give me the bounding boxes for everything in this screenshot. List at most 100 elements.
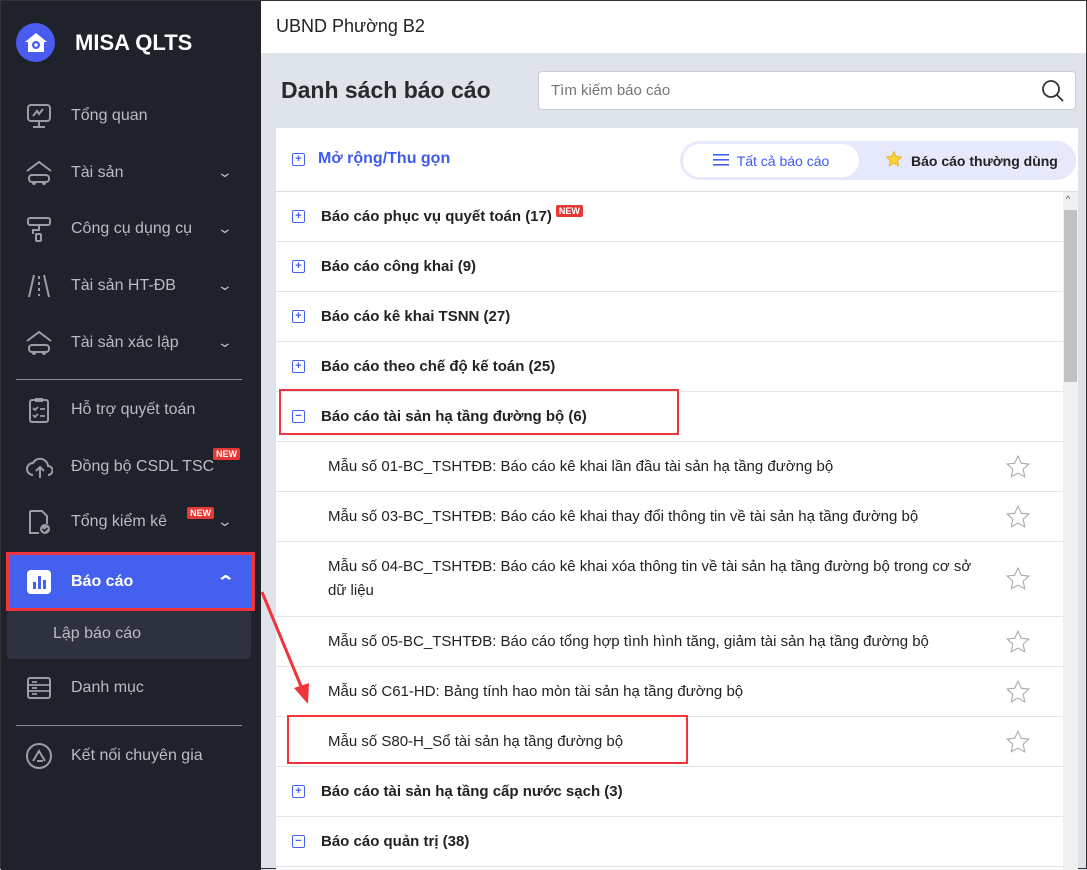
plus-square-icon[interactable]: + (292, 785, 305, 798)
page-title: Danh sách báo cáo (281, 77, 491, 103)
sidebar-item-label: Tổng quan (71, 106, 148, 124)
report-group-row[interactable]: + Báo cáo theo chế độ kế toán (25) (276, 342, 1063, 392)
monitor-chart-icon (27, 103, 51, 128)
search-icon[interactable] (1041, 79, 1065, 107)
report-group-label: Báo cáo phục vụ quyết toán (17) (321, 208, 552, 225)
sidebar-item-danh-muc[interactable]: Danh mục (1, 661, 261, 714)
clipboard-check-icon (29, 397, 49, 423)
report-item-row[interactable]: Mẫu số 05-BC_TSHTĐB: Báo cáo tổng hợp tì… (276, 617, 1063, 667)
org-header: UBND Phường B2 (261, 1, 1086, 53)
tab-all-label: Tất cả báo cáo (736, 152, 830, 169)
sidebar-item-label: Công cụ dụng cụ (71, 219, 192, 237)
sidebar-item-label: Kết nối chuyên gia (71, 746, 203, 764)
report-item-label[interactable]: Mẫu số 05-BC_TSHTĐB: Báo cáo tổng hợp tì… (328, 630, 929, 654)
chevron-down-icon[interactable]: ⌄ (217, 277, 233, 294)
sidebar-item-tong-kiem-ke[interactable]: Tổng kiểm kê NEW ⌄ (1, 495, 261, 548)
expand-collapse-button[interactable]: + Mở rộng/Thu gọn (292, 150, 450, 168)
report-group-row[interactable]: + Báo cáo công khai (9) (276, 242, 1063, 292)
chevron-down-icon[interactable]: ⌄ (217, 164, 233, 181)
report-item-row[interactable]: Mẫu số 03-BC_TSHTĐB: Báo cáo kê khai tha… (276, 492, 1063, 542)
sidebar-item-label: Danh mục (71, 678, 144, 696)
report-item-row[interactable]: Mẫu số S80-H_Sổ tài sản hạ tầng đường bộ (276, 717, 1063, 767)
view-toggle: Tất cả báo cáo Báo cáo thường dùng (680, 141, 1076, 180)
report-list: + Báo cáo phục vụ quyết toán (17) NEW + … (276, 192, 1063, 867)
report-group-label: Báo cáo kê khai TSNN (27) (321, 308, 511, 325)
report-item-label[interactable]: Mẫu số S80-H_Sổ tài sản hạ tầng đường bộ (328, 730, 623, 754)
new-badge: NEW (555, 204, 583, 217)
app-logo-icon (16, 23, 55, 62)
chevron-up-icon[interactable]: ⌃ (216, 572, 235, 592)
report-group-label: Báo cáo quản trị (38) (321, 833, 470, 850)
sidebar-item-ket-noi-chuyen-gia[interactable]: Kết nối chuyên gia (1, 729, 261, 782)
sidebar: MISA QLTS Tổng quan Tài sản ⌄ Công cụ dụn… (1, 1, 261, 870)
report-group-row[interactable]: + Báo cáo tài sản hạ tầng cấp nước sạch … (276, 767, 1063, 817)
document-check-icon (29, 509, 50, 534)
sidebar-item-cong-cu-dung-cu[interactable]: Công cụ dụng cụ ⌄ (1, 202, 261, 255)
report-item-row[interactable]: Mẫu số C61-HD: Bảng tính hao mòn tài sản… (276, 667, 1063, 717)
sidebar-item-tai-san-xac-lap[interactable]: Tài sản xác lập ⌄ (1, 316, 261, 369)
star-outline-icon[interactable] (1005, 566, 1031, 600)
star-outline-icon[interactable] (1005, 679, 1031, 713)
plus-square-icon[interactable]: + (292, 360, 305, 373)
search-input[interactable] (551, 82, 1031, 99)
report-group-label: Báo cáo công khai (9) (321, 258, 477, 275)
report-item-row[interactable]: Mẫu số 04-BC_TSHTĐB: Báo cáo kê khai xóa… (276, 542, 1063, 617)
minus-square-icon[interactable]: − (292, 410, 305, 423)
scroll-up-icon[interactable]: ^ (1066, 194, 1070, 204)
sidebar-item-label: Tài sản xác lập (71, 333, 179, 351)
minus-square-icon[interactable]: − (292, 835, 305, 848)
report-group-label: Báo cáo tài sản hạ tầng đường bộ (6) (321, 408, 587, 425)
sidebar-item-ho-tro-quyet-toan[interactable]: Hỗ trợ quyết toán (1, 383, 261, 436)
scrollbar[interactable]: ^ (1063, 192, 1078, 870)
sidebar-divider (16, 725, 242, 726)
report-item-label[interactable]: Mẫu số 01-BC_TSHTĐB: Báo cáo kê khai lần… (328, 455, 833, 479)
sidebar-item-label: Tài sản (71, 163, 124, 181)
plus-square-icon[interactable]: + (292, 310, 305, 323)
scrollbar-thumb[interactable] (1064, 210, 1077, 382)
sidebar-item-tai-san[interactable]: Tài sản ⌄ (1, 146, 261, 199)
sidebar-item-label: Tổng kiểm kê (71, 512, 168, 530)
expand-collapse-label: Mở rộng/Thu gọn (318, 150, 451, 167)
star-outline-icon[interactable] (1005, 504, 1031, 538)
annotation-arrow-icon (260, 591, 309, 704)
report-group-row[interactable]: + Báo cáo kê khai TSNN (27) (276, 292, 1063, 342)
chevron-down-icon[interactable]: ⌄ (217, 220, 233, 237)
road-icon (28, 274, 50, 297)
app-name: MISA QLTS (75, 30, 193, 55)
report-group-row[interactable]: + Báo cáo phục vụ quyết toán (17) NEW (276, 192, 1063, 242)
new-badge: NEW (213, 448, 240, 460)
report-group-row[interactable]: − Báo cáo tài sản hạ tầng đường bộ (6) (276, 392, 1063, 442)
report-item-label[interactable]: Mẫu số 03-BC_TSHTĐB: Báo cáo kê khai tha… (328, 505, 918, 529)
sidebar-item-tong-quan[interactable]: Tổng quan (1, 89, 261, 142)
cloud-upload-icon (26, 457, 53, 478)
sidebar-item-label: Đồng bộ CSDL TSC (71, 457, 215, 475)
plus-square-icon[interactable]: + (292, 260, 305, 273)
report-group-label: Báo cáo tài sản hạ tầng cấp nước sạch (3… (321, 783, 623, 800)
star-outline-icon[interactable] (1005, 629, 1031, 663)
report-item-label[interactable]: Mẫu số 04-BC_TSHTĐB: Báo cáo kê khai xóa… (328, 555, 973, 603)
house-car-icon (26, 160, 52, 185)
tab-favorite-label: Báo cáo thường dùng (911, 152, 1058, 169)
chevron-down-icon[interactable]: ⌄ (217, 334, 233, 351)
sidebar-item-bao-cao[interactable]: Báo cáo ⌃ (6, 552, 255, 611)
bar-chart-icon (27, 569, 51, 594)
new-badge: NEW (187, 507, 214, 519)
sidebar-item-label: Báo cáo (71, 572, 134, 590)
star-filled-icon (885, 150, 903, 171)
star-outline-icon[interactable] (1005, 729, 1031, 763)
chevron-down-icon[interactable]: ⌄ (217, 513, 233, 530)
sidebar-subitem-lap-bao-cao[interactable]: Lập báo cáo (7, 611, 251, 659)
star-outline-icon[interactable] (1005, 454, 1031, 488)
search-box (538, 71, 1076, 110)
plus-square-icon: + (292, 152, 305, 166)
report-group-label: Báo cáo theo chế độ kế toán (25) (321, 358, 556, 375)
sidebar-item-dong-bo-csdl-tsc[interactable]: Đồng bộ CSDL TSC NEW (1, 440, 261, 493)
report-group-row[interactable]: − Báo cáo quản trị (38) (276, 817, 1063, 867)
sidebar-item-tai-san-ht-db[interactable]: Tài sản HT-ĐB ⌄ (1, 259, 261, 312)
plus-square-icon[interactable]: + (292, 210, 305, 223)
sidebar-item-label: Tài sản HT-ĐB (71, 276, 176, 294)
report-item-row[interactable]: Mẫu số 01-BC_TSHTĐB: Báo cáo kê khai lần… (276, 442, 1063, 492)
tab-favorite-reports[interactable]: Báo cáo thường dùng (885, 144, 1058, 177)
tab-all-reports[interactable]: Tất cả báo cáo (683, 144, 859, 177)
report-item-label[interactable]: Mẫu số C61-HD: Bảng tính hao mòn tài sản… (328, 680, 743, 704)
